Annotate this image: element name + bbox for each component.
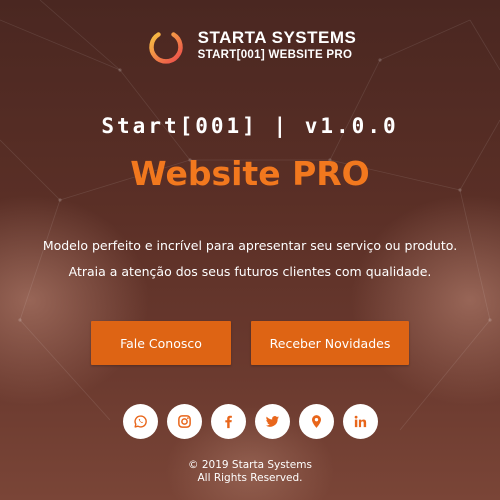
location-pin-icon (311, 415, 321, 428)
footer-copyright: © 2019 Starta Systems (188, 459, 312, 471)
contact-button[interactable]: Fale Conosco (91, 321, 231, 365)
facebook-icon (224, 415, 232, 429)
brand-name: STARTA SYSTEMS (197, 28, 357, 48)
facebook-link[interactable] (210, 404, 246, 439)
linkedin-link[interactable] (342, 404, 378, 439)
social-links (0, 404, 500, 439)
brand-subtitle: START[001] WEBSITE PRO (197, 48, 353, 61)
whatsapp-link[interactable] (122, 404, 158, 439)
location-link[interactable] (298, 404, 334, 439)
footer-rights: All Rights Reserved. (197, 472, 303, 484)
whatsapp-icon (133, 415, 147, 428)
power-icon (148, 25, 183, 64)
hero-description: Modelo perfeito e incrível para apresent… (42, 238, 458, 279)
version-heading: Start[001] | v1.0.0 (101, 114, 399, 138)
newsletter-button[interactable]: Receber Novidades (251, 321, 409, 365)
linkedin-icon (354, 415, 366, 428)
footer: © 2019 Starta Systems All Rights Reserve… (0, 459, 500, 485)
instagram-icon (177, 415, 191, 428)
twitter-icon (265, 416, 279, 427)
instagram-link[interactable] (166, 404, 202, 439)
twitter-link[interactable] (254, 404, 290, 439)
page-title: Website PRO (130, 154, 370, 193)
header: STARTA SYSTEMS START[001] WEBSITE PRO (0, 20, 500, 70)
brand: STARTA SYSTEMS START[001] WEBSITE PRO (198, 29, 357, 61)
